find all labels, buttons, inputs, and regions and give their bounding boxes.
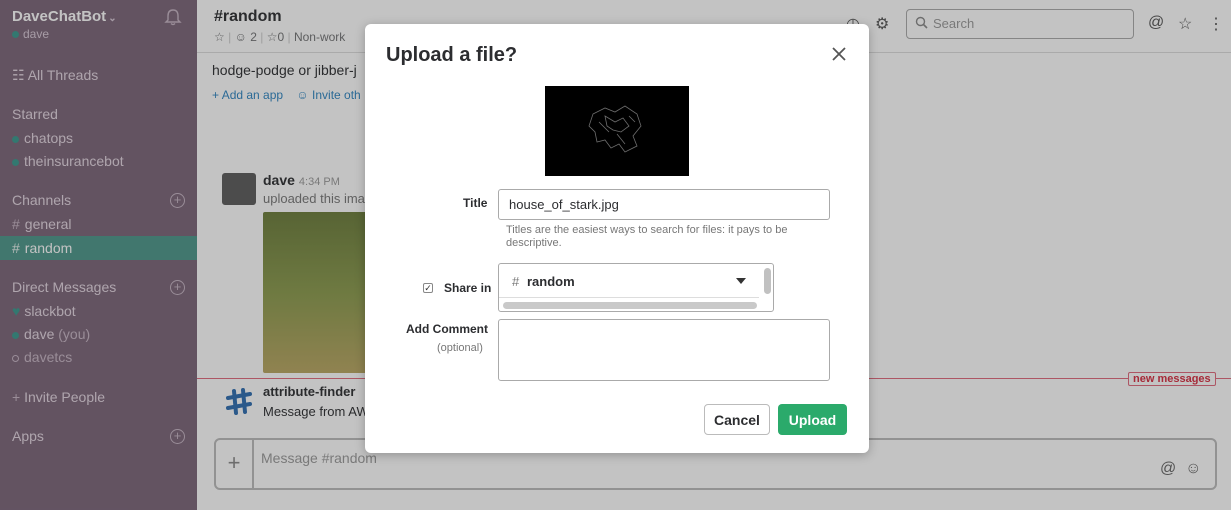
- title-label: Title: [463, 196, 488, 210]
- share-select-value[interactable]: # random: [499, 264, 759, 298]
- title-hint: Titles are the easiest ways to search fo…: [506, 224, 788, 249]
- comment-optional-label: (optional): [437, 342, 483, 354]
- horizontal-scrollbar[interactable]: [503, 302, 757, 309]
- vertical-scrollbar[interactable]: [764, 268, 771, 294]
- close-icon[interactable]: [829, 44, 849, 64]
- comment-label: Add Comment: [406, 322, 488, 336]
- title-field[interactable]: [498, 189, 830, 220]
- upload-file-dialog: Upload a file? Title Titles are the easi…: [365, 24, 869, 453]
- share-label: Share in: [444, 281, 492, 295]
- share-channel-select[interactable]: # random: [498, 263, 774, 312]
- upload-button[interactable]: Upload: [778, 404, 847, 435]
- hash-icon: #: [512, 274, 520, 289]
- dialog-title: Upload a file?: [386, 44, 518, 66]
- comment-field[interactable]: [498, 319, 830, 381]
- share-select-label: random: [527, 274, 575, 289]
- share-checkbox[interactable]: ✓: [423, 283, 433, 293]
- cancel-button[interactable]: Cancel: [704, 404, 770, 435]
- caret-down-icon: [736, 278, 746, 284]
- file-preview-image: [545, 86, 689, 176]
